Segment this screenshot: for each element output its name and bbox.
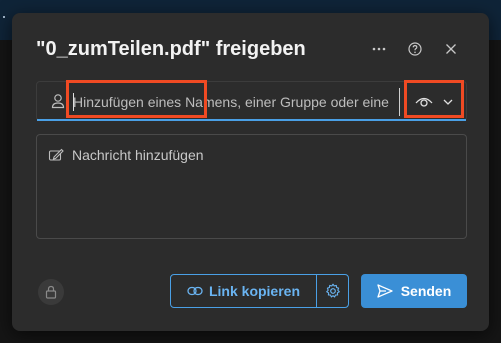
focus-underline xyxy=(37,119,466,121)
close-icon xyxy=(446,44,456,54)
recipient-name-input[interactable] xyxy=(73,90,389,114)
field-separator xyxy=(399,88,400,116)
text-caret xyxy=(73,93,74,111)
close-button[interactable] xyxy=(440,38,462,60)
copy-link-button[interactable]: Link kopieren xyxy=(171,275,317,307)
help-button[interactable] xyxy=(404,38,426,60)
link-settings-lock-button[interactable] xyxy=(38,279,64,305)
edit-icon xyxy=(48,148,64,161)
gear-icon xyxy=(325,283,340,298)
send-label: Senden xyxy=(400,283,452,299)
person-icon xyxy=(51,94,65,109)
more-options-icon xyxy=(372,47,386,51)
link-icon xyxy=(187,286,203,296)
send-button[interactable]: Senden xyxy=(361,274,467,308)
dialog-title: "0_zumTeilen.pdf" freigeben xyxy=(36,38,306,60)
copy-link-group: Link kopieren xyxy=(170,274,349,308)
send-icon xyxy=(377,284,393,298)
eye-icon xyxy=(415,97,433,107)
permission-dropdown-button[interactable] xyxy=(404,86,464,118)
more-options-button[interactable] xyxy=(368,38,390,60)
message-field[interactable]: Nachricht hinzufügen xyxy=(36,134,467,239)
chevron-down-icon xyxy=(443,99,453,105)
help-icon xyxy=(408,42,422,56)
lock-icon xyxy=(45,285,57,299)
recipients-field xyxy=(36,81,467,121)
share-dialog: "0_zumTeilen.pdf" freigeben Hinzufügen e… xyxy=(12,13,489,331)
link-settings-button[interactable] xyxy=(317,275,348,307)
message-placeholder: Nachricht hinzufügen xyxy=(72,147,204,163)
background-dot xyxy=(3,16,5,18)
copy-link-label: Link kopieren xyxy=(208,283,301,299)
